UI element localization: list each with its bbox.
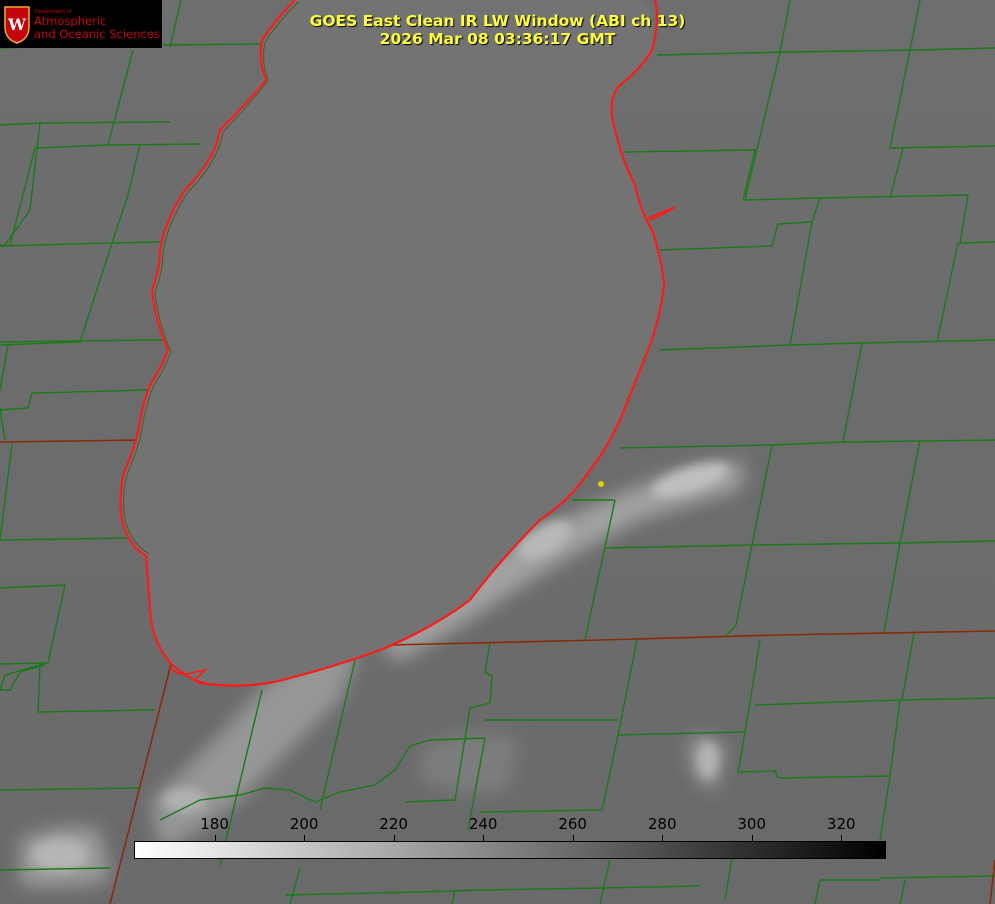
satellite-viewer: W Department of Atmospheric and Oceanic … bbox=[0, 0, 995, 904]
colorbar-tick-label: 260 bbox=[558, 815, 587, 833]
colorbar-tick-label: 240 bbox=[468, 815, 498, 833]
colorbar-tick-label: 280 bbox=[647, 815, 677, 833]
colorbar-tick-mark bbox=[841, 835, 843, 841]
colorbar-tick-label: 180 bbox=[200, 815, 229, 833]
colorbar-tick-label: 320 bbox=[826, 815, 856, 833]
colorbar-tick-mark bbox=[393, 835, 395, 841]
colorbar-tick-label: 220 bbox=[379, 815, 408, 833]
satellite-map bbox=[0, 0, 995, 904]
colorbar bbox=[134, 841, 886, 859]
colorbar-tick-mark bbox=[751, 835, 753, 841]
colorbar-tick-mark bbox=[214, 835, 216, 841]
colorbar-tick-label: 200 bbox=[289, 815, 319, 833]
colorbar-tick-mark bbox=[662, 835, 664, 841]
station-marker bbox=[598, 481, 604, 487]
colorbar-tick-mark bbox=[304, 835, 306, 841]
image-title: GOES East Clean IR LW Window (ABI ch 13) bbox=[309, 12, 686, 30]
image-timestamp: 2026 Mar 08 03:36:17 GMT bbox=[379, 30, 616, 48]
colorbar-tick-mark bbox=[483, 835, 485, 841]
colorbar-tick-label: 300 bbox=[737, 815, 767, 833]
colorbar-tick-mark bbox=[572, 835, 574, 841]
